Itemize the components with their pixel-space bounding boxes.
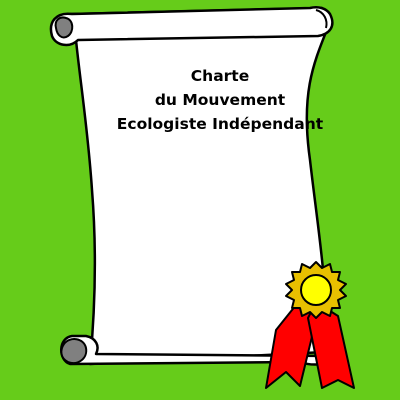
scroll-top-curl — [54, 16, 74, 39]
charter-title-line-2: du Mouvement — [154, 91, 286, 109]
seal-center — [300, 274, 332, 306]
scroll-bottom-curl — [60, 338, 88, 364]
charter-title-line-1: Charte — [190, 67, 250, 85]
charter-title: Charte du Mouvement Ecologiste Indépenda… — [100, 64, 340, 136]
charter-illustration: Charte du Mouvement Ecologiste Indépenda… — [0, 0, 400, 400]
charter-title-line-3: Ecologiste Indépendant — [116, 115, 324, 133]
scroll-icon — [49, 6, 355, 389]
